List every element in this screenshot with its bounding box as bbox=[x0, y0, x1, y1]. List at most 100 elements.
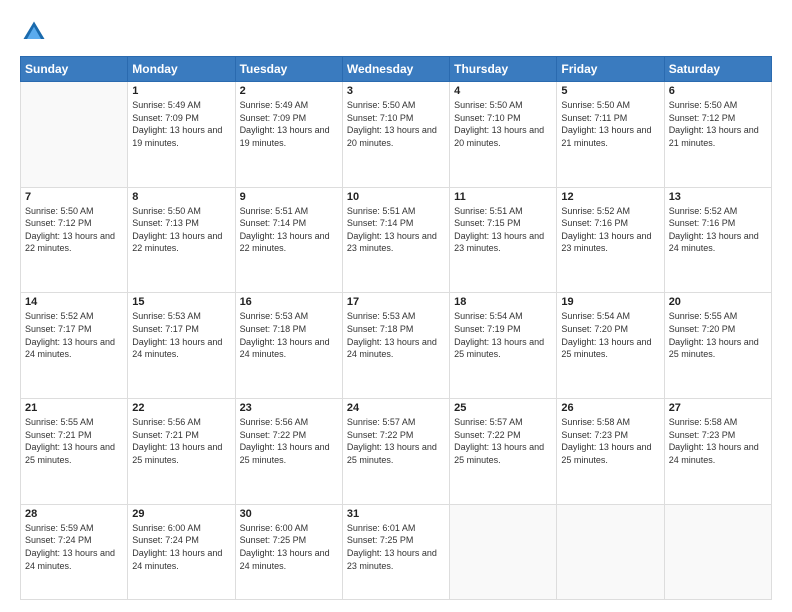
day-info: Sunrise: 5:50 AM Sunset: 7:12 PM Dayligh… bbox=[669, 99, 767, 149]
sunset: Sunset: 7:19 PM bbox=[454, 324, 521, 334]
calendar-day-header: Saturday bbox=[664, 57, 771, 82]
sunset: Sunset: 7:12 PM bbox=[669, 113, 736, 123]
calendar-cell: 16 Sunrise: 5:53 AM Sunset: 7:18 PM Dayl… bbox=[235, 293, 342, 399]
day-info: Sunrise: 5:55 AM Sunset: 7:20 PM Dayligh… bbox=[669, 310, 767, 360]
calendar-cell: 7 Sunrise: 5:50 AM Sunset: 7:12 PM Dayli… bbox=[21, 187, 128, 293]
calendar-cell: 23 Sunrise: 5:56 AM Sunset: 7:22 PM Dayl… bbox=[235, 399, 342, 505]
calendar-cell: 3 Sunrise: 5:50 AM Sunset: 7:10 PM Dayli… bbox=[342, 82, 449, 188]
day-number: 18 bbox=[454, 296, 552, 308]
calendar-cell: 26 Sunrise: 5:58 AM Sunset: 7:23 PM Dayl… bbox=[557, 399, 664, 505]
day-info: Sunrise: 5:49 AM Sunset: 7:09 PM Dayligh… bbox=[132, 99, 230, 149]
day-info: Sunrise: 5:52 AM Sunset: 7:16 PM Dayligh… bbox=[669, 205, 767, 255]
day-number: 21 bbox=[25, 402, 123, 414]
day-number: 20 bbox=[669, 296, 767, 308]
day-number: 27 bbox=[669, 402, 767, 414]
sunrise: Sunrise: 5:58 AM bbox=[669, 417, 738, 427]
calendar-day-header: Sunday bbox=[21, 57, 128, 82]
daylight: Daylight: 13 hours and 24 minutes. bbox=[240, 337, 330, 360]
calendar-week-row: 14 Sunrise: 5:52 AM Sunset: 7:17 PM Dayl… bbox=[21, 293, 772, 399]
sunrise: Sunrise: 5:53 AM bbox=[347, 311, 416, 321]
daylight: Daylight: 13 hours and 24 minutes. bbox=[25, 337, 115, 360]
day-info: Sunrise: 5:53 AM Sunset: 7:18 PM Dayligh… bbox=[240, 310, 338, 360]
sunset: Sunset: 7:16 PM bbox=[561, 218, 628, 228]
calendar-cell: 29 Sunrise: 6:00 AM Sunset: 7:24 PM Dayl… bbox=[128, 504, 235, 599]
calendar-cell bbox=[557, 504, 664, 599]
calendar-header-row: SundayMondayTuesdayWednesdayThursdayFrid… bbox=[21, 57, 772, 82]
daylight: Daylight: 13 hours and 20 minutes. bbox=[454, 125, 544, 148]
sunset: Sunset: 7:23 PM bbox=[561, 430, 628, 440]
daylight: Daylight: 13 hours and 25 minutes. bbox=[561, 337, 651, 360]
day-number: 19 bbox=[561, 296, 659, 308]
day-info: Sunrise: 5:57 AM Sunset: 7:22 PM Dayligh… bbox=[454, 416, 552, 466]
sunset: Sunset: 7:14 PM bbox=[240, 218, 307, 228]
sunrise: Sunrise: 5:58 AM bbox=[561, 417, 630, 427]
sunrise: Sunrise: 5:53 AM bbox=[132, 311, 201, 321]
day-number: 30 bbox=[240, 508, 338, 520]
day-number: 26 bbox=[561, 402, 659, 414]
day-number: 4 bbox=[454, 85, 552, 97]
sunrise: Sunrise: 5:49 AM bbox=[132, 100, 201, 110]
sunrise: Sunrise: 5:52 AM bbox=[25, 311, 94, 321]
calendar-day-header: Wednesday bbox=[342, 57, 449, 82]
day-number: 3 bbox=[347, 85, 445, 97]
calendar-cell: 19 Sunrise: 5:54 AM Sunset: 7:20 PM Dayl… bbox=[557, 293, 664, 399]
daylight: Daylight: 13 hours and 22 minutes. bbox=[25, 231, 115, 254]
logo bbox=[20, 18, 52, 46]
calendar-cell bbox=[664, 504, 771, 599]
day-number: 9 bbox=[240, 191, 338, 203]
day-number: 6 bbox=[669, 85, 767, 97]
sunset: Sunset: 7:16 PM bbox=[669, 218, 736, 228]
day-info: Sunrise: 5:57 AM Sunset: 7:22 PM Dayligh… bbox=[347, 416, 445, 466]
calendar-cell: 27 Sunrise: 5:58 AM Sunset: 7:23 PM Dayl… bbox=[664, 399, 771, 505]
day-number: 12 bbox=[561, 191, 659, 203]
sunrise: Sunrise: 5:56 AM bbox=[132, 417, 201, 427]
sunrise: Sunrise: 5:54 AM bbox=[454, 311, 523, 321]
daylight: Daylight: 13 hours and 23 minutes. bbox=[347, 548, 437, 571]
daylight: Daylight: 13 hours and 25 minutes. bbox=[240, 442, 330, 465]
daylight: Daylight: 13 hours and 25 minutes. bbox=[454, 337, 544, 360]
calendar-table: SundayMondayTuesdayWednesdayThursdayFrid… bbox=[20, 56, 772, 600]
daylight: Daylight: 13 hours and 24 minutes. bbox=[669, 231, 759, 254]
sunset: Sunset: 7:18 PM bbox=[240, 324, 307, 334]
daylight: Daylight: 13 hours and 21 minutes. bbox=[561, 125, 651, 148]
calendar-week-row: 21 Sunrise: 5:55 AM Sunset: 7:21 PM Dayl… bbox=[21, 399, 772, 505]
calendar-cell: 12 Sunrise: 5:52 AM Sunset: 7:16 PM Dayl… bbox=[557, 187, 664, 293]
sunset: Sunset: 7:09 PM bbox=[240, 113, 307, 123]
sunset: Sunset: 7:24 PM bbox=[132, 535, 199, 545]
sunset: Sunset: 7:20 PM bbox=[669, 324, 736, 334]
day-info: Sunrise: 5:50 AM Sunset: 7:11 PM Dayligh… bbox=[561, 99, 659, 149]
sunrise: Sunrise: 5:52 AM bbox=[561, 206, 630, 216]
calendar-day-header: Thursday bbox=[450, 57, 557, 82]
day-number: 28 bbox=[25, 508, 123, 520]
sunset: Sunset: 7:22 PM bbox=[347, 430, 414, 440]
sunrise: Sunrise: 5:57 AM bbox=[347, 417, 416, 427]
day-info: Sunrise: 5:51 AM Sunset: 7:15 PM Dayligh… bbox=[454, 205, 552, 255]
day-info: Sunrise: 5:50 AM Sunset: 7:10 PM Dayligh… bbox=[454, 99, 552, 149]
day-info: Sunrise: 5:53 AM Sunset: 7:18 PM Dayligh… bbox=[347, 310, 445, 360]
day-number: 15 bbox=[132, 296, 230, 308]
day-number: 5 bbox=[561, 85, 659, 97]
calendar-cell: 1 Sunrise: 5:49 AM Sunset: 7:09 PM Dayli… bbox=[128, 82, 235, 188]
page: SundayMondayTuesdayWednesdayThursdayFrid… bbox=[0, 0, 792, 612]
daylight: Daylight: 13 hours and 24 minutes. bbox=[132, 548, 222, 571]
day-number: 8 bbox=[132, 191, 230, 203]
sunset: Sunset: 7:21 PM bbox=[132, 430, 199, 440]
calendar-cell: 31 Sunrise: 6:01 AM Sunset: 7:25 PM Dayl… bbox=[342, 504, 449, 599]
day-info: Sunrise: 5:51 AM Sunset: 7:14 PM Dayligh… bbox=[240, 205, 338, 255]
calendar-cell: 18 Sunrise: 5:54 AM Sunset: 7:19 PM Dayl… bbox=[450, 293, 557, 399]
sunset: Sunset: 7:22 PM bbox=[454, 430, 521, 440]
sunrise: Sunrise: 5:53 AM bbox=[240, 311, 309, 321]
sunrise: Sunrise: 5:50 AM bbox=[132, 206, 201, 216]
sunrise: Sunrise: 5:51 AM bbox=[240, 206, 309, 216]
calendar-week-row: 1 Sunrise: 5:49 AM Sunset: 7:09 PM Dayli… bbox=[21, 82, 772, 188]
day-number: 7 bbox=[25, 191, 123, 203]
sunrise: Sunrise: 5:57 AM bbox=[454, 417, 523, 427]
daylight: Daylight: 13 hours and 22 minutes. bbox=[132, 231, 222, 254]
daylight: Daylight: 13 hours and 25 minutes. bbox=[347, 442, 437, 465]
calendar-week-row: 7 Sunrise: 5:50 AM Sunset: 7:12 PM Dayli… bbox=[21, 187, 772, 293]
sunset: Sunset: 7:18 PM bbox=[347, 324, 414, 334]
sunset: Sunset: 7:17 PM bbox=[132, 324, 199, 334]
daylight: Daylight: 13 hours and 24 minutes. bbox=[669, 442, 759, 465]
day-info: Sunrise: 6:00 AM Sunset: 7:25 PM Dayligh… bbox=[240, 522, 338, 572]
daylight: Daylight: 13 hours and 21 minutes. bbox=[669, 125, 759, 148]
